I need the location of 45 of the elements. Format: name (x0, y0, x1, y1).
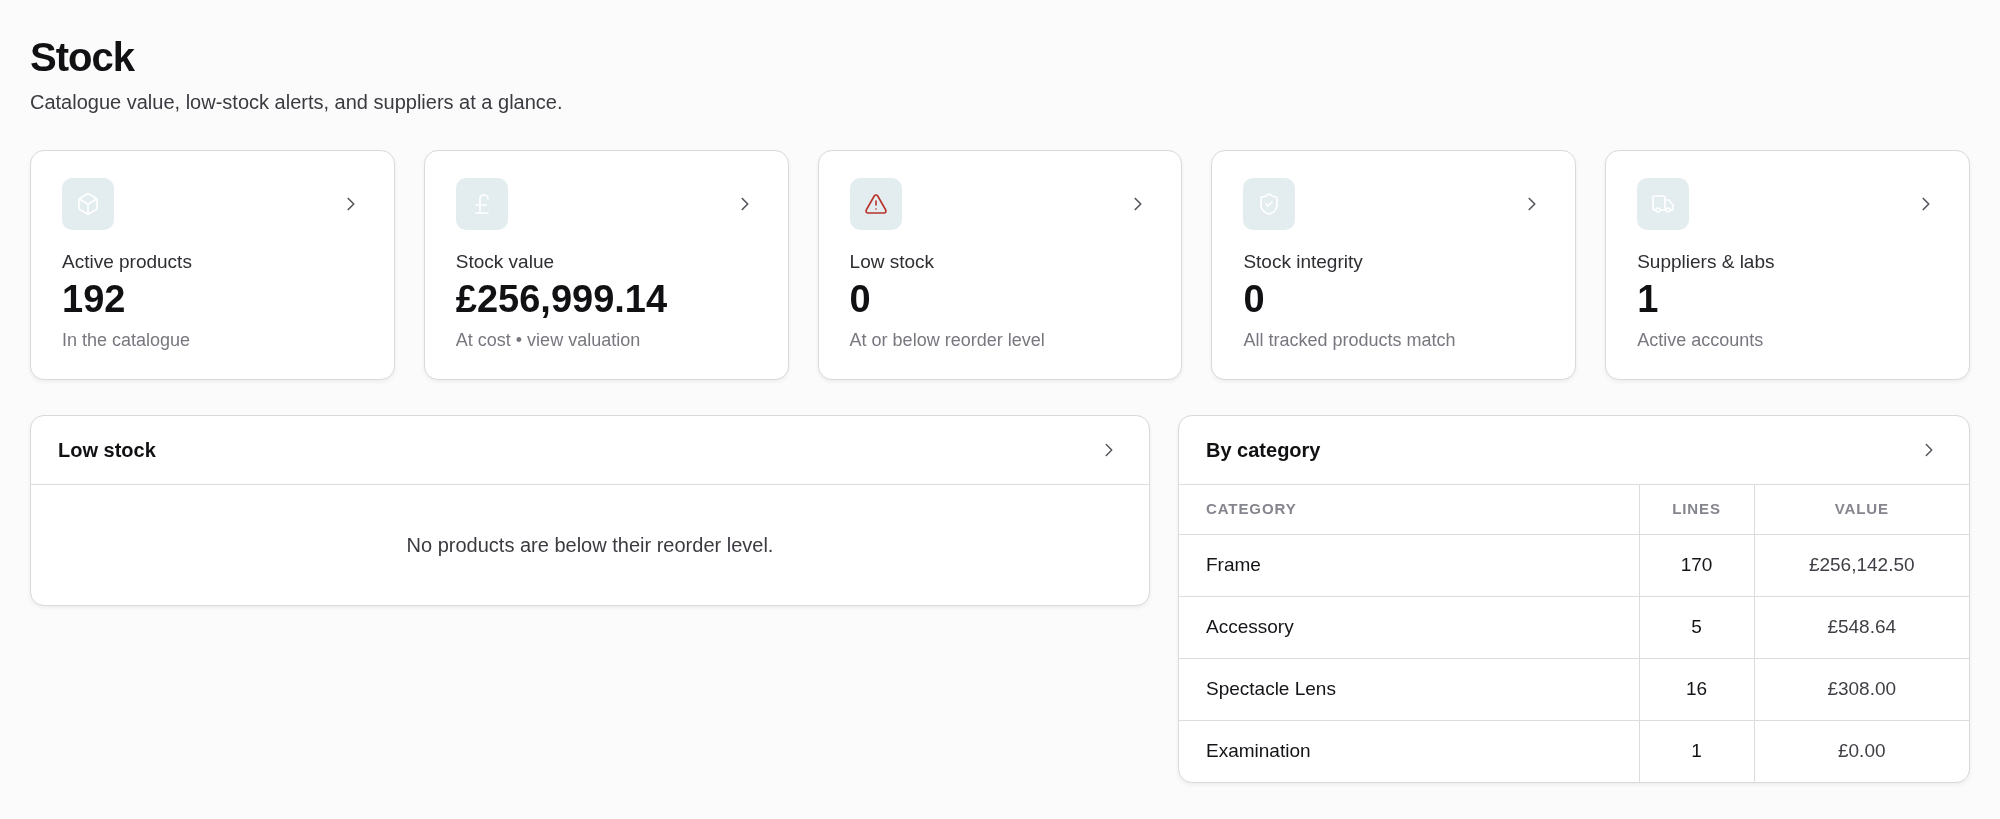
stat-label: Active products (62, 250, 193, 274)
stat-caption: Active accounts (1637, 329, 1765, 352)
stat-card[interactable]: Suppliers & labs 1 Active accounts (1605, 150, 1970, 380)
stat-caption: At or below reorder level (849, 329, 1046, 352)
truck-icon (1637, 178, 1690, 230)
column-header: VALUE (1754, 485, 1969, 534)
stat-caption: In the catalogue (62, 329, 192, 352)
stat-label: Stock value (455, 250, 556, 274)
column-header: CATEGORY (1179, 485, 1639, 534)
empty-message: No products are below their reorder level. (406, 533, 774, 558)
panel-title: By category (1206, 438, 1321, 463)
table-cell: 1 (1639, 720, 1754, 782)
stat-label: Suppliers & labs (1637, 250, 1776, 274)
stat-caption: At cost • view valuation (455, 329, 642, 352)
stat-value: 1 (1637, 277, 1660, 321)
shield-check-icon (1243, 178, 1296, 230)
stat-card[interactable]: Stock integrity 0 All tracked products match (1211, 150, 1577, 380)
stat-label: Stock integrity (1243, 250, 1364, 274)
stat-card[interactable]: Stock value £256,999.14 At cost • view valuation (423, 150, 789, 380)
table-cell: 5 (1639, 596, 1754, 658)
page-subtitle: Catalogue value, low-stock alerts, and suppliers at a glance. (30, 90, 564, 115)
stat-value: 0 (1243, 277, 1266, 321)
stat-label: Low stock (849, 250, 936, 274)
table-cell: Examination (1179, 720, 1639, 782)
stat-value: £256,999.14 (455, 277, 669, 321)
stat-value: 0 (849, 277, 872, 321)
page-title: Stock (30, 34, 136, 81)
table-cell: £548.64 (1754, 596, 1969, 658)
panel-title: Low stock (58, 438, 156, 463)
stat-card[interactable]: Low stock 0 At or below reorder level (817, 150, 1183, 380)
pound-icon (455, 178, 508, 230)
table-cell: £0.00 (1754, 720, 1969, 782)
table-cell: Spectacle Lens (1179, 658, 1639, 720)
table-cell: 170 (1639, 534, 1754, 596)
box-icon (62, 178, 114, 230)
table-cell: 16 (1639, 658, 1754, 720)
table-cell: Accessory (1179, 596, 1639, 658)
stat-caption: All tracked products match (1243, 329, 1457, 352)
column-header: LINES (1639, 485, 1754, 534)
table-cell: £308.00 (1754, 658, 1969, 720)
stat-value: 192 (62, 277, 127, 321)
table-cell: Frame (1179, 534, 1639, 596)
table-cell: £256,142.50 (1754, 534, 1969, 596)
warning-icon (849, 178, 902, 230)
stat-card[interactable]: Active products 192 In the catalogue (30, 150, 395, 380)
